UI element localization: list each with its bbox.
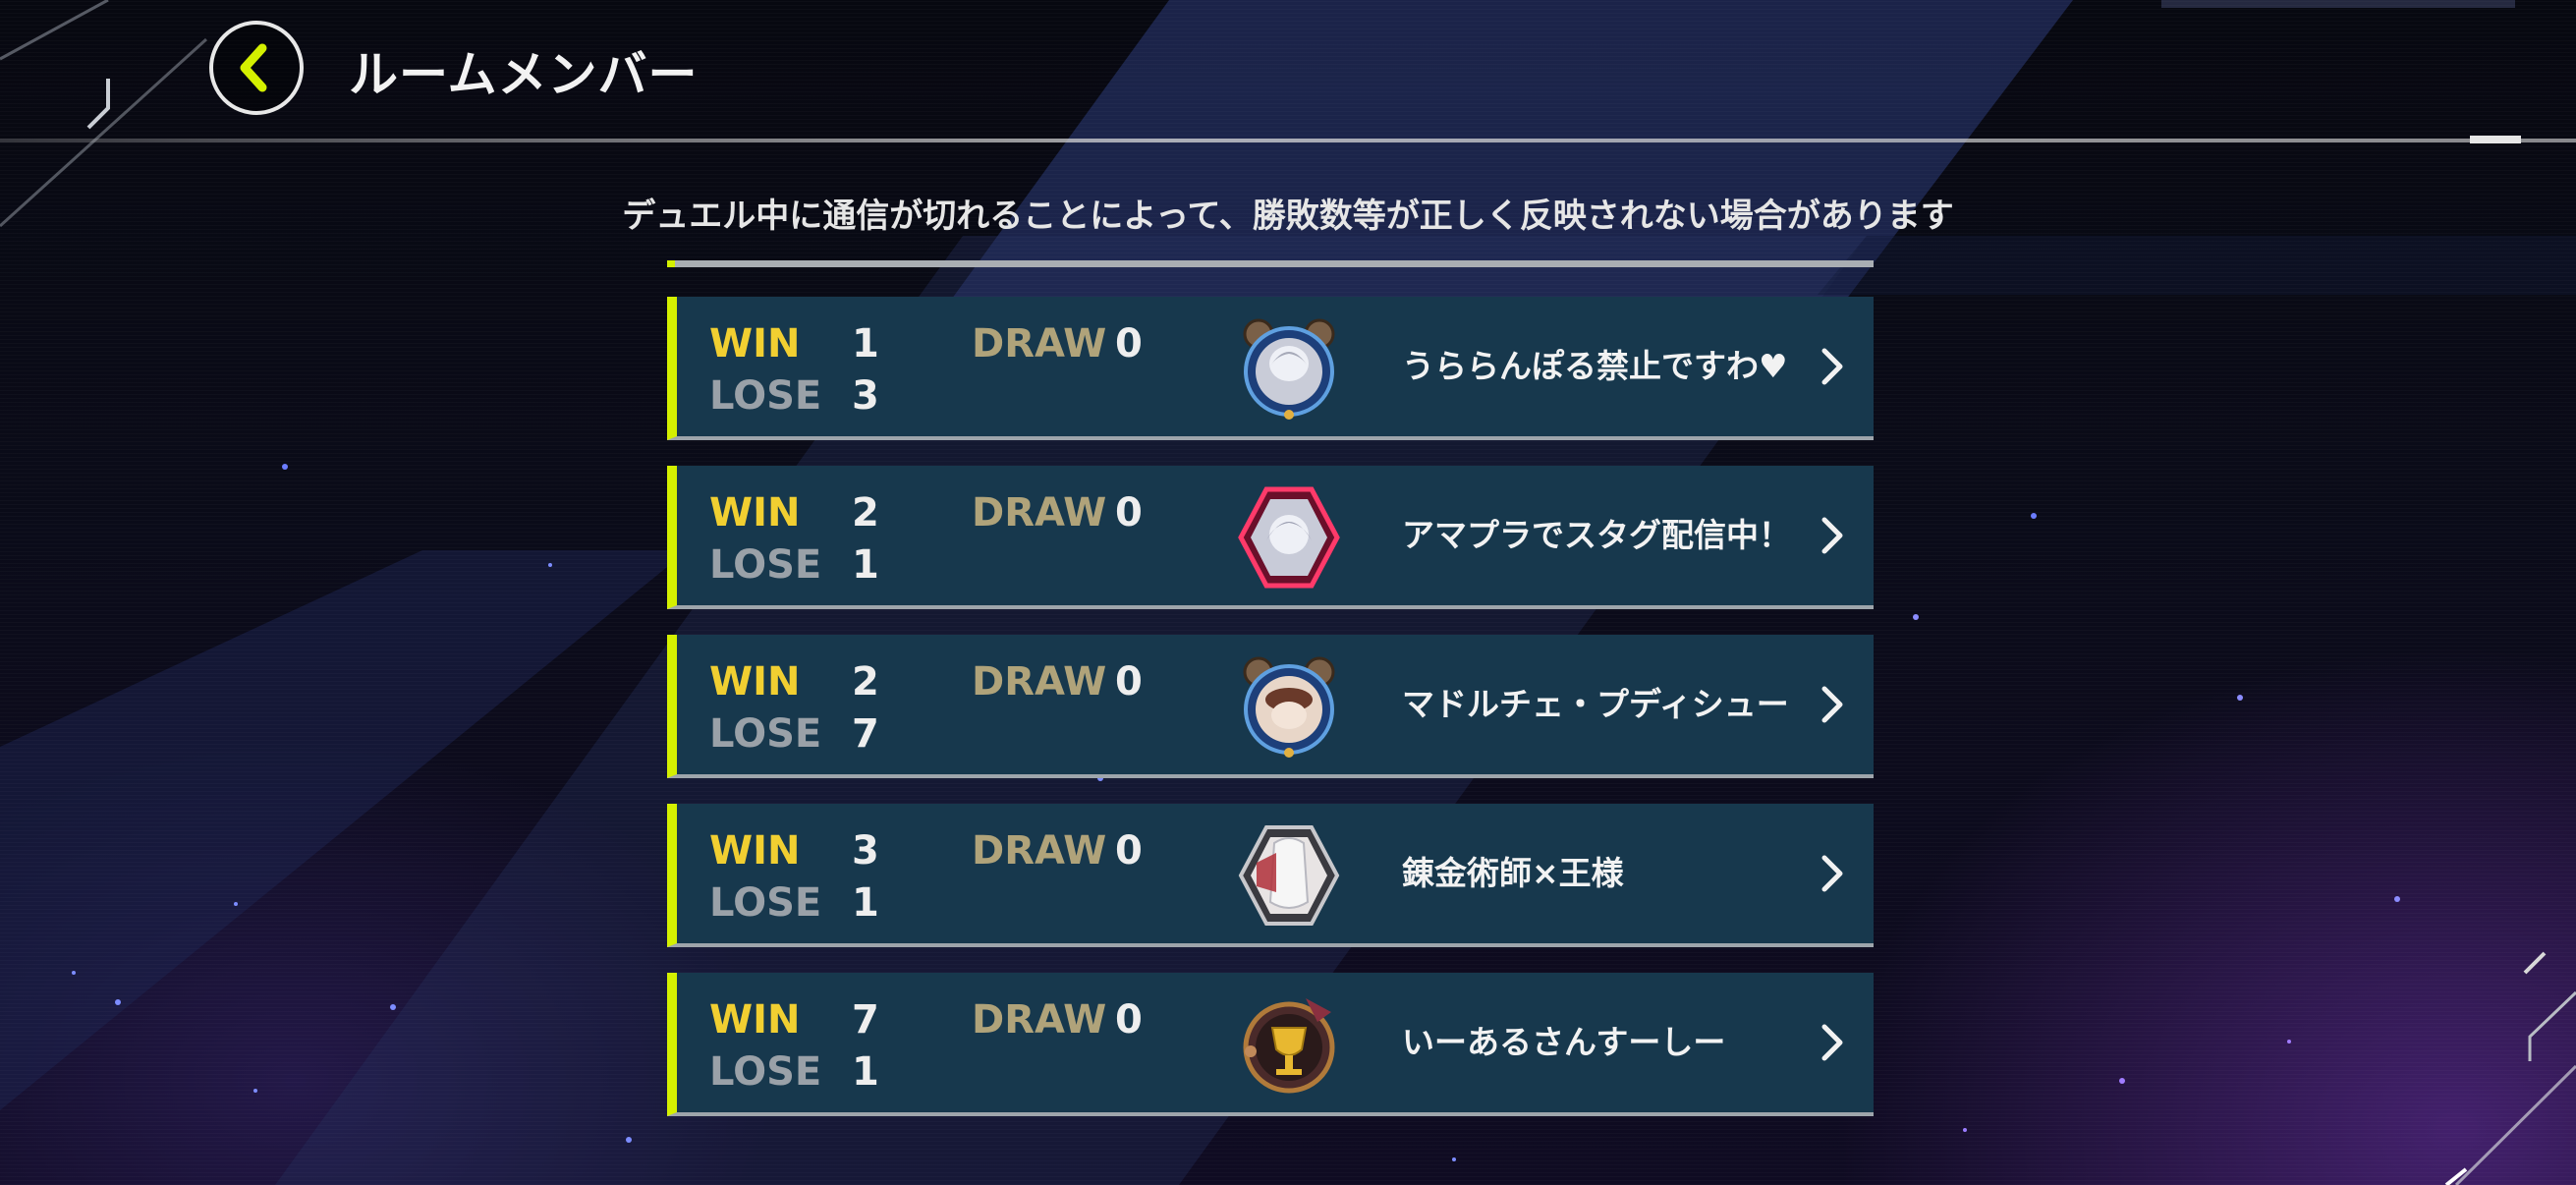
avatar-icon [1243,656,1335,758]
draw-count: 0 [1115,997,1143,1043]
win-count: 2 [852,490,879,536]
win-count: 7 [852,997,879,1043]
player-name: いーあるさんすーしー [1402,1023,1726,1061]
chevron-right-icon [1821,686,1843,723]
win-label: WIN [709,490,801,536]
member-row[interactable]: WIN 2 DRAW 0 LOSE 7 マドルチェ・プディシュー [667,635,1874,778]
avatar-icon [1238,825,1340,926]
win-label: WIN [709,321,801,367]
avatar-icon [1243,318,1335,420]
chevron-right-icon [1821,1024,1843,1061]
chevron-right-icon [1821,855,1843,892]
draw-label: DRAW [972,490,1107,536]
page-title: ルームメンバー [349,46,699,103]
chevron-left-icon [240,43,267,92]
list-top-divider [667,260,1874,267]
win-count: 2 [852,659,879,705]
player-name: アマプラでスタグ配信中！ [1402,516,1791,554]
member-row[interactable]: WIN 3 DRAW 0 LOSE 1 錬金術師×王様 [667,804,1874,947]
lose-label: LOSE [709,542,822,588]
avatar-icon [1243,998,1335,1094]
lose-label: LOSE [709,711,822,757]
member-row[interactable]: WIN 1 DRAW 0 LOSE 3 うららんぽる禁止ですわ♥ [667,297,1874,440]
win-label: WIN [709,997,801,1043]
draw-label: DRAW [972,659,1107,705]
avatar-icon [1238,486,1340,589]
lose-count: 3 [852,373,879,419]
header-divider-accent [2470,136,2521,143]
lose-label: LOSE [709,1049,822,1095]
lose-label: LOSE [709,373,822,419]
win-label: WIN [709,659,801,705]
member-row[interactable]: WIN 2 DRAW 0 LOSE 1 アマプラでスタグ配信中！ [667,466,1874,609]
lose-count: 1 [852,542,879,588]
player-name: うららんぽる禁止ですわ♥ [1402,347,1788,385]
back-button[interactable] [209,21,304,115]
member-row[interactable]: WIN 7 DRAW 0 LOSE 1 いーあるさんすーしー [667,973,1874,1116]
lose-count: 1 [852,1049,879,1095]
chevron-right-icon [1821,348,1843,385]
chevron-right-icon [1821,517,1843,554]
header-divider [0,139,2576,142]
connection-notice: デュエル中に通信が切れることによって、勝敗数等が正しく反映されない場合があります [622,197,1954,236]
lose-label: LOSE [709,880,822,926]
draw-count: 0 [1115,321,1143,367]
draw-count: 0 [1115,490,1143,536]
win-count: 1 [852,321,879,367]
draw-label: DRAW [972,828,1107,874]
lose-count: 7 [852,711,879,757]
list-top-divider-accent [667,260,675,267]
win-label: WIN [709,828,801,874]
player-name: マドルチェ・プディシュー [1402,685,1789,723]
draw-label: DRAW [972,321,1107,367]
player-name: 錬金術師×王様 [1402,854,1624,892]
lose-count: 1 [852,880,879,926]
draw-label: DRAW [972,997,1107,1043]
win-count: 3 [852,828,879,874]
draw-count: 0 [1115,659,1143,705]
draw-count: 0 [1115,828,1143,874]
